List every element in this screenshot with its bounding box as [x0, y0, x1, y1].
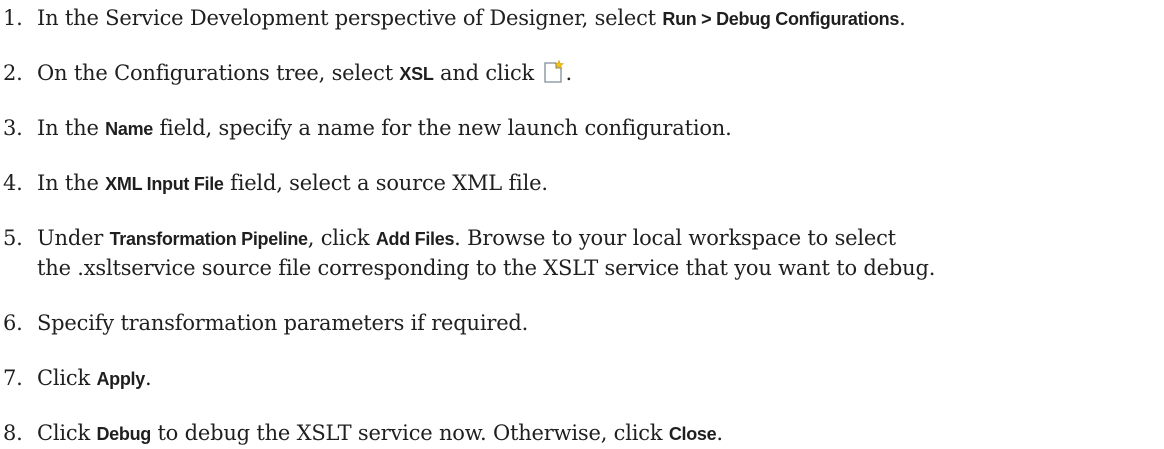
step-text: the .xsltservice source file correspondi… — [37, 256, 936, 280]
new-launch-configuration-icon — [543, 60, 565, 84]
step-number: 3. — [3, 116, 23, 140]
menu-path: Run > Debug Configurations — [662, 9, 900, 29]
step-number: 4. — [3, 171, 23, 195]
ui-label-transformation-pipeline: Transformation Pipeline — [109, 229, 308, 249]
step-number: 2. — [3, 61, 23, 85]
step-text: In the Name field, specify a name for th… — [37, 116, 732, 140]
step-number: 1. — [3, 6, 23, 30]
step-text: Click Debug to debug the XSLT service no… — [37, 421, 723, 445]
ui-label-add-files: Add Files — [375, 229, 455, 249]
step-text: Specify transformation parameters if req… — [37, 311, 529, 335]
ui-label-xsl: XSL — [399, 64, 434, 84]
ui-label-close: Close — [668, 424, 717, 444]
step-text: In the Service Development perspective o… — [37, 6, 906, 30]
step-text: Click Apply. — [37, 366, 152, 390]
step-number: 8. — [3, 421, 23, 445]
step-number: 7. — [3, 366, 23, 390]
step-number: 6. — [3, 311, 23, 335]
step-number: 5. — [3, 226, 23, 250]
ui-label-xml-input-file: XML Input File — [105, 174, 224, 194]
step-text: In the XML Input File field, select a so… — [37, 171, 548, 195]
step-text: On the Configurations tree, select XSL a… — [37, 60, 573, 85]
step-text: Under Transformation Pipeline, click Add… — [37, 226, 896, 250]
ui-label-apply: Apply — [96, 369, 145, 389]
ui-label-debug: Debug — [96, 424, 151, 444]
procedure-steps: 1. In the Service Development perspectiv… — [0, 0, 1164, 447]
ui-label-name: Name — [105, 119, 153, 139]
